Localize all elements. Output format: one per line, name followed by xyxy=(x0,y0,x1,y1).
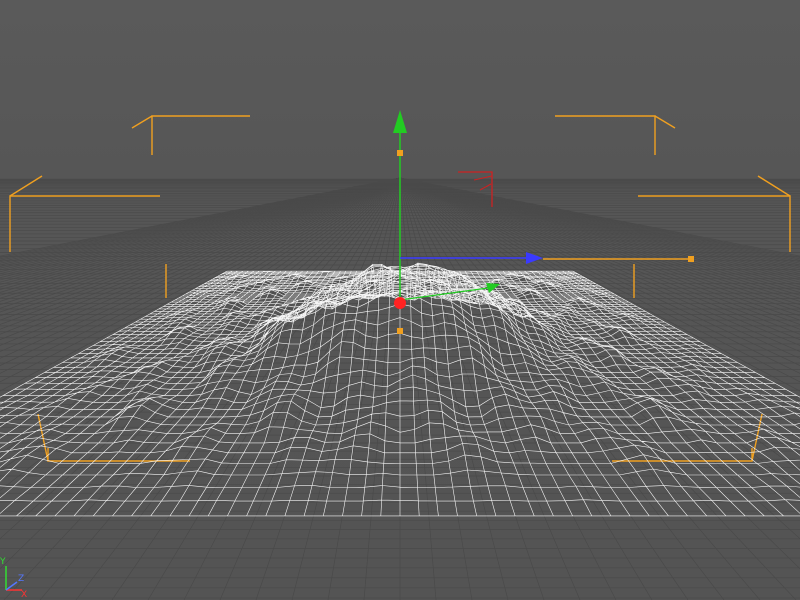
world-axis-indicator: Y Z X xyxy=(0,557,27,600)
viewport-scene[interactable]: Y Z X xyxy=(0,0,800,600)
gizmo-y-handle[interactable] xyxy=(397,150,403,156)
world-z-label: Z xyxy=(18,574,24,584)
selection-bracket xyxy=(151,115,250,155)
world-y-label: Y xyxy=(0,557,6,567)
gizmo-down-handle[interactable] xyxy=(397,328,403,334)
gizmo-x-handle[interactable] xyxy=(688,256,694,262)
gizmo-origin[interactable] xyxy=(394,297,406,309)
3d-viewport[interactable]: Y Z X xyxy=(0,0,800,600)
world-x-label: X xyxy=(21,590,27,600)
gizmo-y-arrow-icon[interactable] xyxy=(393,110,407,133)
gizmo-x-arrow-icon[interactable] xyxy=(526,252,543,264)
selection-bracket xyxy=(555,115,656,155)
world-z-axis xyxy=(5,581,18,591)
selection-bracket xyxy=(654,115,676,129)
selection-bracket xyxy=(131,115,153,129)
